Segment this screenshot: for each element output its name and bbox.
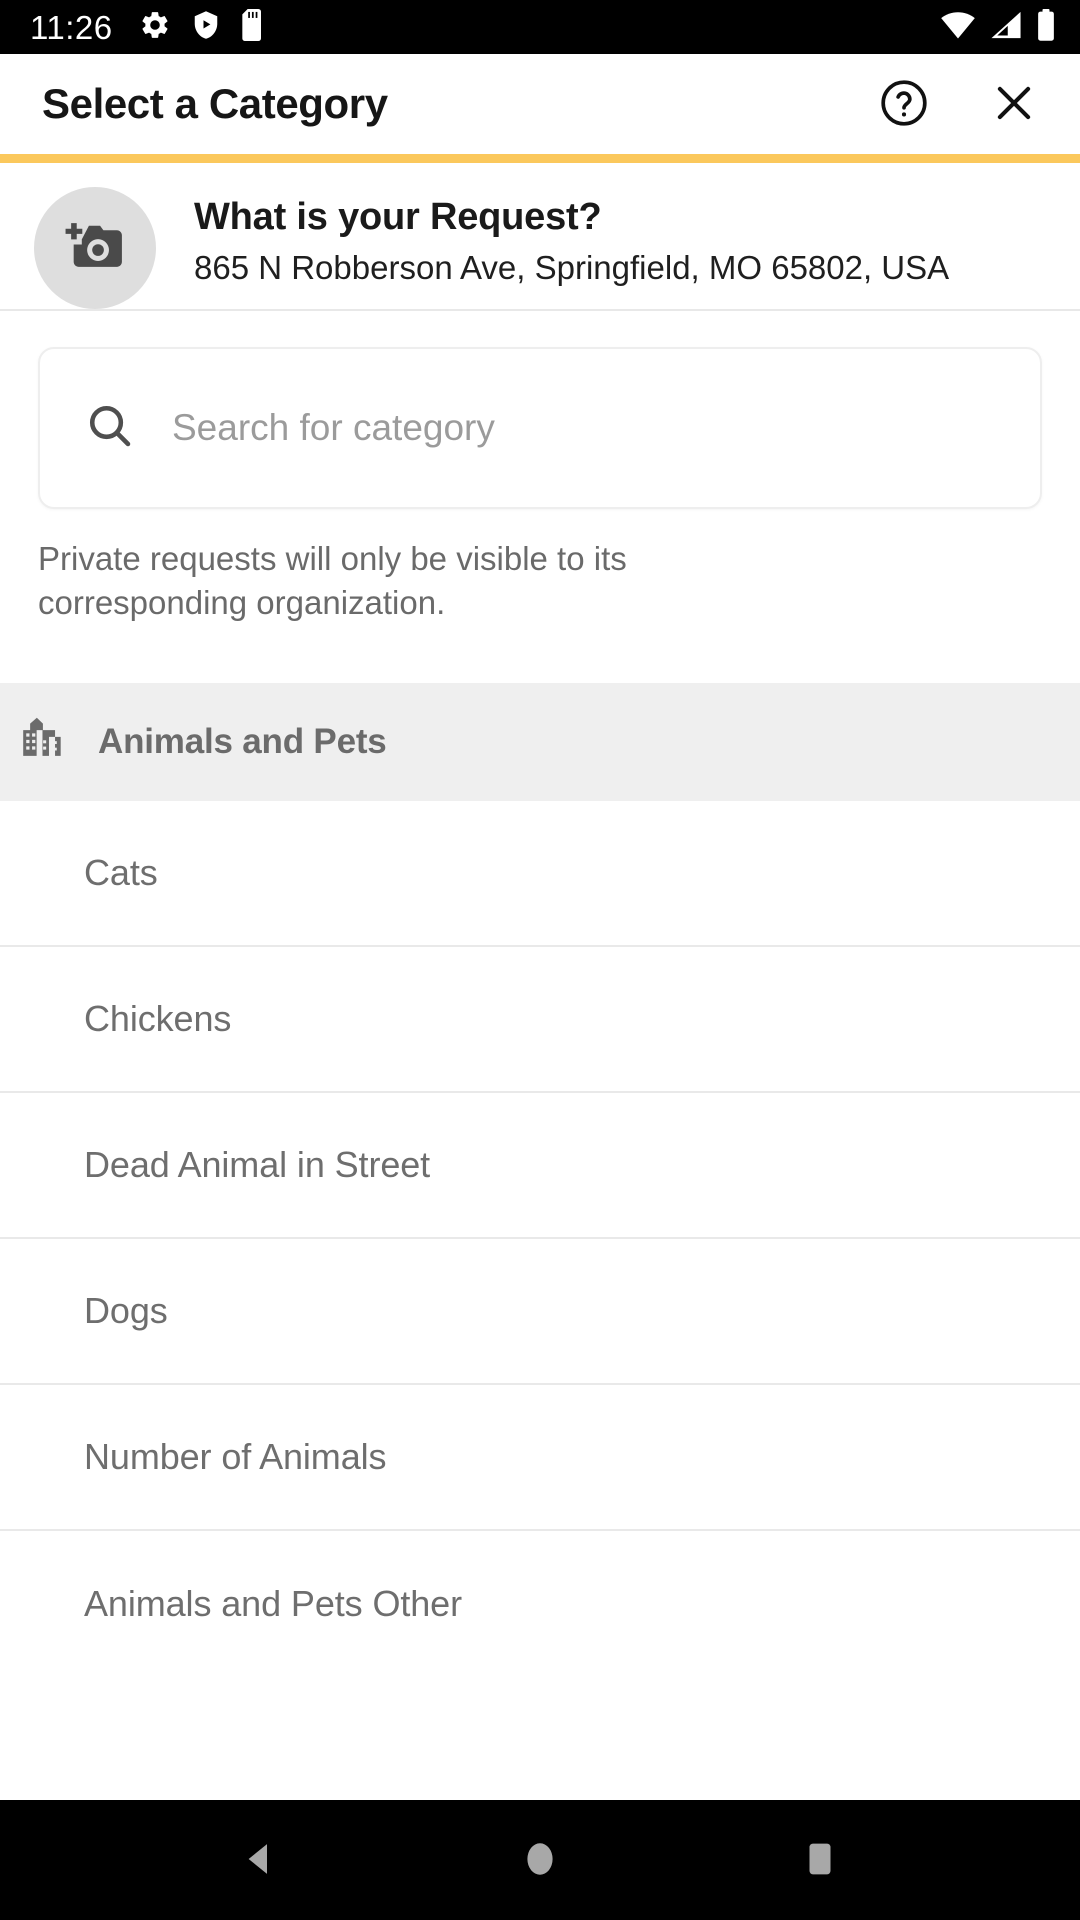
gear-icon [139, 9, 171, 46]
nav-back-button[interactable] [210, 1810, 310, 1910]
search-input[interactable] [172, 349, 996, 507]
page-title: Select a Category [42, 80, 388, 127]
list-item[interactable]: Dead Animal in Street [0, 1092, 1080, 1239]
category-item-label: Chickens [84, 997, 232, 1039]
cellular-signal-icon [990, 10, 1022, 45]
help-button[interactable] [876, 76, 932, 132]
category-item-label: Cats [84, 851, 158, 893]
category-item-label: Dead Animal in Street [84, 1143, 431, 1185]
battery-icon [1036, 8, 1056, 46]
list-item[interactable]: Animals and Pets Other [0, 1530, 1080, 1677]
privacy-note: Private requests will only be visible to… [38, 540, 627, 621]
header-actions [876, 76, 1042, 132]
status-bar-left-icons [139, 8, 265, 46]
category-scroll-area[interactable]: Private requests will only be visible to… [0, 311, 1080, 1800]
wifi-icon [940, 10, 976, 45]
accent-divider [0, 154, 1080, 163]
home-circle-icon [519, 1838, 561, 1883]
category-item-label: Animals and Pets Other [84, 1582, 462, 1624]
help-circle-icon [878, 77, 930, 132]
recents-square-icon [799, 1838, 841, 1883]
avatar[interactable] [34, 187, 156, 309]
play-protect-shield-icon [191, 9, 221, 46]
request-summary[interactable]: What is your Request? 865 N Robberson Av… [0, 163, 1080, 311]
category-group-header[interactable]: Animals and Pets [0, 682, 1080, 801]
nav-recents-button[interactable] [770, 1810, 870, 1910]
back-triangle-icon [239, 1838, 281, 1883]
list-item[interactable]: Number of Animals [0, 1384, 1080, 1531]
search-box[interactable] [38, 347, 1042, 509]
status-clock: 11:26 [30, 8, 113, 46]
search-icon [84, 400, 136, 457]
close-button[interactable] [986, 76, 1042, 132]
category-item-label: Dogs [84, 1289, 168, 1331]
sd-card-icon [241, 8, 265, 46]
phone-screen: 11:26 Select a Category What is your Req… [0, 0, 1080, 1920]
add-photo-camera-icon [62, 216, 128, 281]
list-item[interactable]: Cats [0, 800, 1080, 947]
list-item[interactable]: Chickens [0, 946, 1080, 1093]
app-header: Select a Category [0, 54, 1080, 154]
request-address: 865 N Robberson Ave, Springfield, MO 658… [194, 248, 950, 286]
status-bar-right-icons [940, 8, 1056, 46]
request-title: What is your Request? [194, 196, 602, 238]
building-city-icon [18, 713, 70, 770]
android-navigation-bar [0, 1800, 1080, 1920]
close-icon [988, 77, 1040, 132]
request-texts: What is your Request? 865 N Robberson Av… [194, 191, 949, 290]
status-bar: 11:26 [0, 0, 1080, 54]
list-item[interactable]: Dogs [0, 1238, 1080, 1385]
nav-home-button[interactable] [490, 1810, 590, 1910]
category-item-label: Number of Animals [84, 1435, 387, 1477]
category-group-label: Animals and Pets [98, 721, 387, 761]
category-list: Cats Chickens Dead Animal in Street Dogs… [0, 800, 1080, 1677]
search-zone [0, 311, 1080, 509]
